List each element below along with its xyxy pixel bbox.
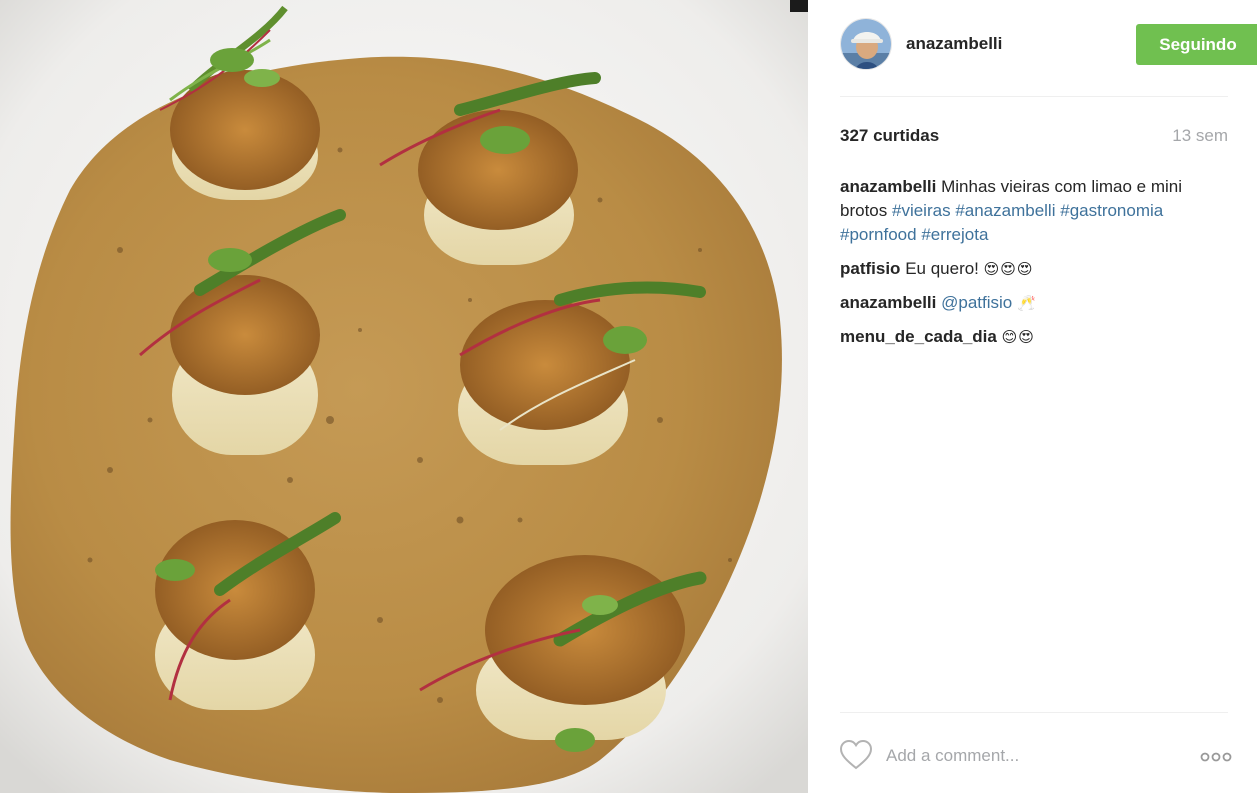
comment-footer bbox=[840, 738, 1232, 774]
add-comment-input[interactable] bbox=[886, 742, 1176, 770]
post-side-panel: anazambelli Seguindo 327 curtidas 13 sem… bbox=[808, 0, 1257, 793]
comment-author[interactable]: menu_de_cada_dia bbox=[840, 327, 997, 346]
hashtag-link[interactable]: #gastronomia bbox=[1060, 201, 1163, 220]
caption-author[interactable]: anazambelli bbox=[840, 177, 936, 196]
following-button[interactable]: Seguindo bbox=[1136, 24, 1257, 65]
footer-divider bbox=[840, 712, 1228, 713]
comment-author[interactable]: patfisio bbox=[840, 259, 900, 278]
comments-list: anazambelli Minhas vieiras com limao e m… bbox=[840, 175, 1220, 359]
post-photo[interactable] bbox=[0, 0, 808, 793]
comment-mention[interactable]: @patfisio bbox=[941, 293, 1012, 312]
comment-item: anazambelli @patfisio 🥂 bbox=[840, 291, 1220, 315]
comment-emoji: 😍😍😍 bbox=[983, 260, 1034, 278]
scallops-dish-image bbox=[0, 0, 808, 793]
username-link[interactable]: anazambelli bbox=[906, 34, 1002, 54]
likes-count[interactable]: 327 curtidas bbox=[840, 126, 939, 146]
comment-item: patfisio Eu quero! 😍😍😍 bbox=[840, 257, 1220, 281]
comment-emoji: 😊😍 bbox=[1001, 328, 1035, 346]
post-header: anazambelli Seguindo bbox=[840, 18, 1257, 70]
hashtag-link[interactable]: #errejota bbox=[921, 225, 988, 244]
header-divider bbox=[840, 96, 1228, 97]
user-avatar-icon bbox=[841, 19, 891, 69]
comment-item: menu_de_cada_dia 😊😍 bbox=[840, 325, 1220, 349]
hashtag-link[interactable]: #pornfood bbox=[840, 225, 917, 244]
hashtag-link[interactable]: #anazambelli bbox=[955, 201, 1055, 220]
caption: anazambelli Minhas vieiras com limao e m… bbox=[840, 175, 1220, 247]
comment-emoji: 🥂 bbox=[1016, 294, 1037, 312]
heart-icon[interactable] bbox=[840, 740, 872, 770]
user-avatar[interactable] bbox=[840, 18, 892, 70]
comment-author[interactable]: anazambelli bbox=[840, 293, 936, 312]
comment-text: Eu quero! bbox=[905, 259, 979, 278]
post-time-ago[interactable]: 13 sem bbox=[1172, 126, 1228, 146]
hashtag-link[interactable]: #vieiras bbox=[892, 201, 951, 220]
more-options-icon[interactable] bbox=[1200, 752, 1232, 762]
